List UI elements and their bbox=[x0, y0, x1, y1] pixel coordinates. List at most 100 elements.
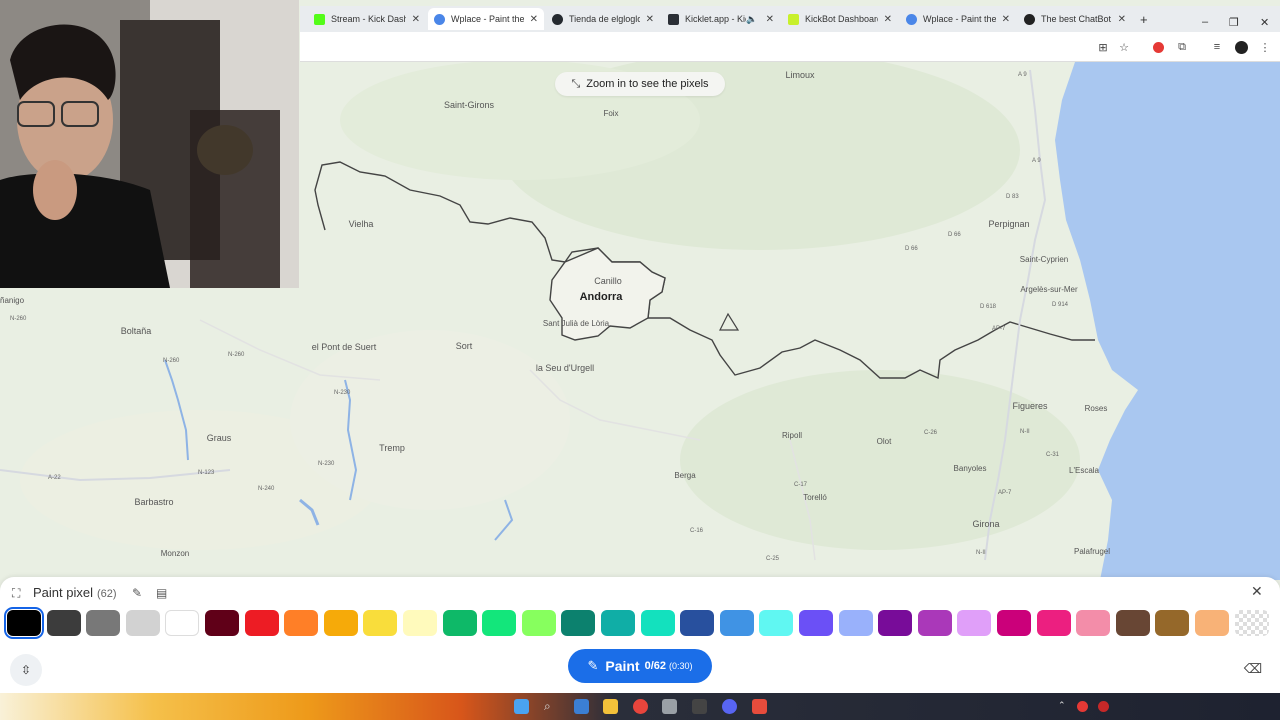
color-swatch[interactable] bbox=[522, 610, 556, 636]
color-swatch[interactable] bbox=[1037, 610, 1071, 636]
paint-button[interactable]: ✎ Paint 0/62 (0:30) bbox=[568, 649, 712, 683]
close-icon[interactable]: ✕ bbox=[1118, 14, 1126, 25]
road-label: C-25 bbox=[766, 556, 780, 562]
color-swatch[interactable] bbox=[641, 610, 675, 636]
adblock-icon[interactable] bbox=[1151, 40, 1165, 54]
extensions-icon[interactable]: ⧉ bbox=[1175, 40, 1189, 54]
color-swatch[interactable] bbox=[284, 610, 318, 636]
audio-icon[interactable]: 🔈 bbox=[746, 14, 757, 25]
place-lescala: L'Escala bbox=[1069, 466, 1100, 475]
color-swatch[interactable] bbox=[601, 610, 635, 636]
place-ripoll: Ripoll bbox=[782, 431, 802, 440]
pencil-icon[interactable]: ✎ bbox=[132, 586, 142, 600]
discord-icon[interactable] bbox=[722, 699, 737, 714]
color-swatch[interactable] bbox=[1116, 610, 1150, 636]
color-swatch[interactable] bbox=[878, 610, 912, 636]
tab-chatbot[interactable]: The best ChatBot a ✕ bbox=[1018, 8, 1132, 30]
place-graus: Graus bbox=[207, 433, 232, 443]
profile-icon[interactable] bbox=[1234, 40, 1248, 54]
close-icon[interactable]: ✕ bbox=[646, 14, 654, 25]
restore-button[interactable]: ❐ bbox=[1229, 16, 1239, 29]
color-swatch[interactable] bbox=[957, 610, 991, 636]
new-tab-button[interactable]: + bbox=[1134, 8, 1154, 30]
tab-kicklet[interactable]: Kicklet.app - Kic 🔈 ✕ bbox=[662, 8, 780, 30]
settings-icon[interactable] bbox=[662, 699, 677, 714]
color-swatch[interactable] bbox=[799, 610, 833, 636]
shield-icon[interactable] bbox=[1098, 701, 1109, 712]
chevron-up-icon[interactable]: ⌃ bbox=[1058, 700, 1066, 711]
minimize-button[interactable]: – bbox=[1202, 16, 1208, 28]
color-swatch[interactable] bbox=[126, 610, 160, 636]
eraser-icon[interactable]: ⌫ bbox=[1241, 657, 1265, 681]
color-swatch[interactable] bbox=[482, 610, 516, 636]
color-swatch[interactable] bbox=[918, 610, 952, 636]
color-swatch[interactable] bbox=[680, 610, 714, 636]
tab-wplace-2[interactable]: Wplace - Paint the w ✕ bbox=[900, 8, 1016, 30]
install-icon[interactable]: ⊞ bbox=[1096, 40, 1110, 54]
window-close-button[interactable]: ✕ bbox=[1260, 16, 1269, 29]
palette-icon[interactable]: ▤ bbox=[156, 586, 167, 600]
github-icon bbox=[552, 13, 563, 25]
star-icon[interactable]: ☆ bbox=[1117, 40, 1131, 54]
color-swatch[interactable] bbox=[4, 607, 44, 639]
road-label: C-16 bbox=[690, 528, 704, 534]
zoom-icon: ⤡ bbox=[571, 77, 581, 90]
panel-title: Paint pixel (62) bbox=[33, 585, 117, 600]
color-swatch[interactable] bbox=[47, 610, 81, 636]
place-olot: Olot bbox=[877, 437, 892, 446]
color-swatch[interactable] bbox=[839, 610, 873, 636]
road-label: C-31 bbox=[1046, 452, 1060, 458]
windows-icon[interactable] bbox=[514, 699, 529, 714]
search-icon[interactable]: ⌕ bbox=[544, 699, 559, 714]
color-swatch[interactable] bbox=[245, 610, 279, 636]
tab-kick-dashboard[interactable]: Stream - Kick Dashb ✕ bbox=[308, 8, 426, 30]
kick-icon bbox=[314, 13, 325, 25]
tab-kickbot[interactable]: KickBot Dashboard ✕ bbox=[782, 8, 898, 30]
tab-tienda[interactable]: Tienda de elglogloli ✕ bbox=[546, 8, 660, 30]
color-swatch[interactable] bbox=[165, 610, 199, 636]
app-icon[interactable] bbox=[752, 699, 767, 714]
chrome-icon[interactable] bbox=[633, 699, 648, 714]
color-swatch[interactable] bbox=[324, 610, 358, 636]
place-torello: Torelló bbox=[803, 493, 827, 502]
place-figueres: Figueres bbox=[1012, 401, 1048, 411]
kickbot-icon bbox=[788, 13, 799, 25]
calendar-icon[interactable] bbox=[574, 699, 589, 714]
close-icon[interactable]: ✕ bbox=[530, 14, 538, 25]
menu-icon[interactable]: ⋮ bbox=[1258, 40, 1272, 54]
color-swatch[interactable] bbox=[363, 610, 397, 636]
globe-icon bbox=[906, 13, 917, 25]
color-swatch[interactable] bbox=[997, 610, 1031, 636]
color-swatch[interactable] bbox=[86, 610, 120, 636]
place-argeles: Argelès-sur-Mer bbox=[1020, 285, 1078, 294]
color-swatch[interactable] bbox=[443, 610, 477, 636]
close-icon[interactable]: ✕ bbox=[1002, 14, 1010, 25]
close-icon[interactable]: ✕ bbox=[412, 14, 420, 25]
gmail-icon[interactable] bbox=[692, 699, 707, 714]
antivirus-icon[interactable] bbox=[1077, 701, 1088, 712]
color-swatch[interactable] bbox=[1235, 610, 1269, 636]
browser-toolbar bbox=[300, 32, 1280, 62]
explorer-icon[interactable] bbox=[603, 699, 618, 714]
color-swatch[interactable] bbox=[1076, 610, 1110, 636]
color-swatch[interactable] bbox=[561, 610, 595, 636]
paint-panel: ⛶ Paint pixel (62) ✎ ▤ ✕ ⇳ ✎ Paint 0/62 (… bbox=[0, 577, 1280, 693]
tab-wplace-active[interactable]: Wplace - Paint the w ✕ bbox=[428, 8, 544, 30]
close-panel-icon[interactable]: ✕ bbox=[1251, 583, 1263, 600]
close-icon[interactable]: ✕ bbox=[766, 14, 774, 25]
color-swatch[interactable] bbox=[403, 610, 437, 636]
color-swatch[interactable] bbox=[759, 610, 793, 636]
pixel-count: (62) bbox=[96, 588, 117, 600]
color-swatch[interactable] bbox=[720, 610, 754, 636]
color-swatch[interactable] bbox=[205, 610, 239, 636]
color-swatch[interactable] bbox=[1155, 610, 1189, 636]
color-swatch[interactable] bbox=[1195, 610, 1229, 636]
media-icon[interactable]: ≡ bbox=[1210, 40, 1224, 54]
expand-toggle-button[interactable]: ⇳ bbox=[10, 654, 42, 686]
close-icon[interactable]: ✕ bbox=[884, 14, 892, 25]
road-label: D 66 bbox=[948, 232, 961, 238]
place-limoux: Limoux bbox=[785, 70, 815, 80]
road-label: A-22 bbox=[48, 475, 61, 481]
road-label: N-240 bbox=[258, 486, 275, 492]
expand-icon[interactable]: ⛶ bbox=[12, 586, 20, 601]
